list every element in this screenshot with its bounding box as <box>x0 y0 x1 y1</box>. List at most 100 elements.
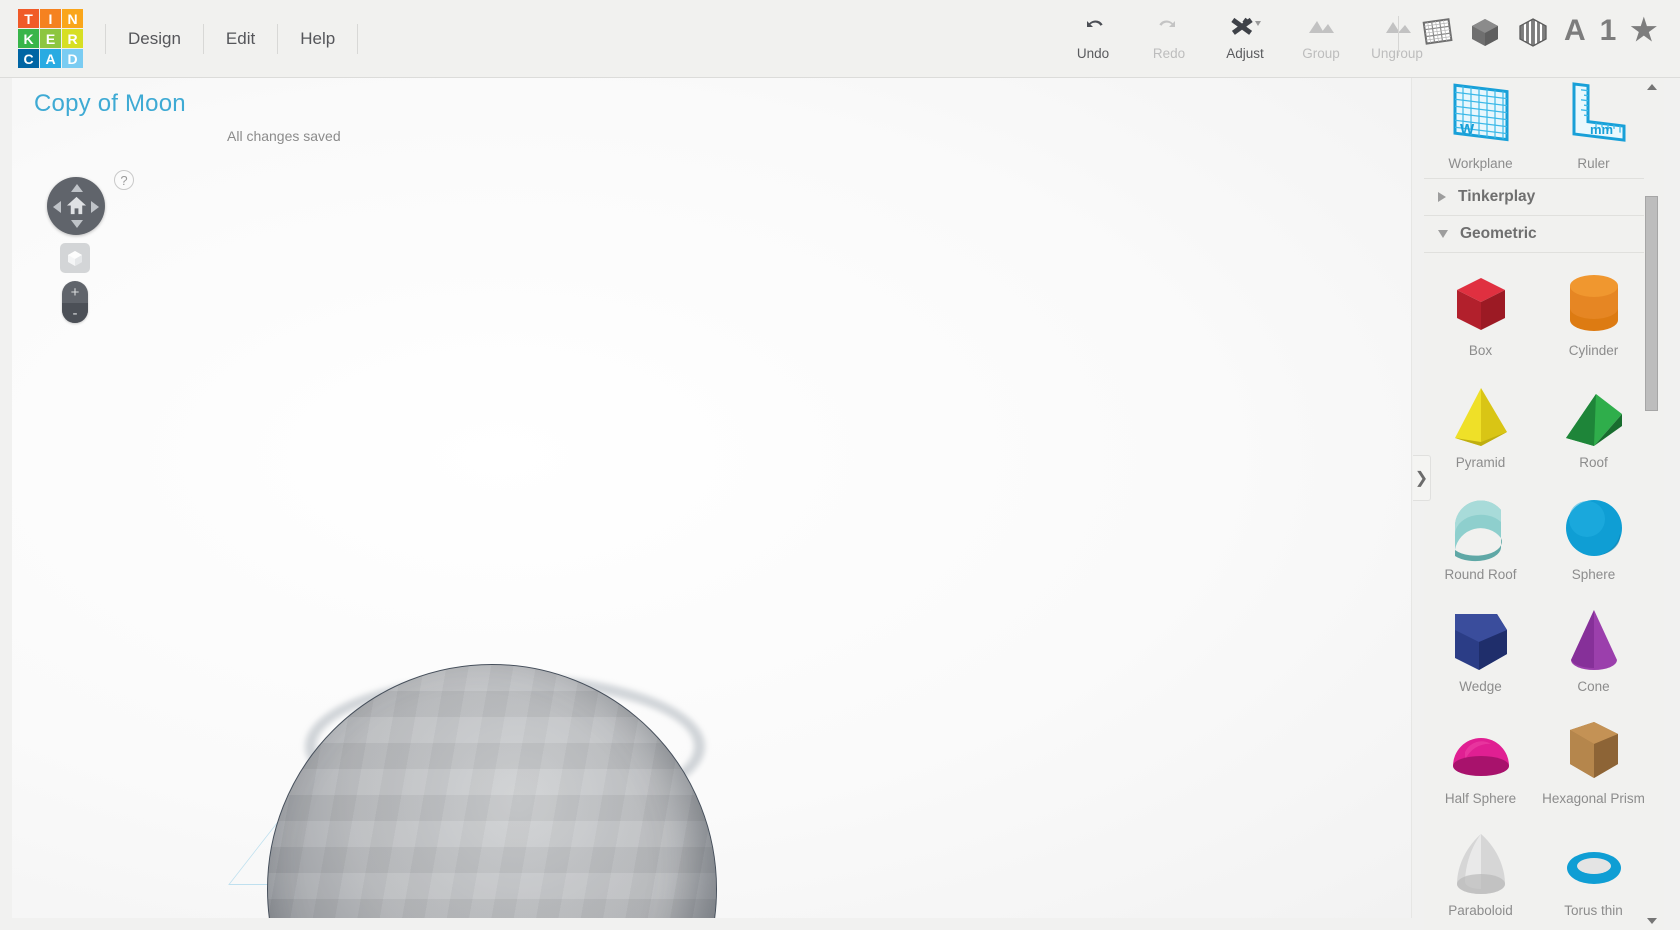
redo-icon <box>1156 10 1182 41</box>
number-tool-icon[interactable]: 1 <box>1600 16 1617 46</box>
shape-round-roof-label: Round Roof <box>1444 567 1517 582</box>
logo-tile-r: R <box>62 29 83 48</box>
menu-item-help[interactable]: Help <box>278 23 359 54</box>
favorite-star-glyph: ★ <box>1630 14 1658 47</box>
menu-item-design[interactable]: Design <box>105 23 204 54</box>
shape-box-label: Box <box>1468 343 1493 358</box>
panel-collapse-button[interactable]: ❯ <box>1413 455 1431 501</box>
pyramid-shape-icon <box>1443 377 1519 455</box>
shape-grid: Box Cylinder Pyramid Roof Round Roof Sph… <box>1424 253 1650 930</box>
shape-round-roof[interactable]: Round Roof <box>1424 489 1537 601</box>
ungroup-label: Ungroup <box>1371 46 1423 61</box>
fit-to-view-button[interactable] <box>60 243 90 273</box>
main-menu: Design Edit Help <box>105 15 359 63</box>
favorite-star-icon[interactable]: ★ <box>1630 16 1657 46</box>
tinkercad-logo[interactable]: TIN KER CAD <box>18 9 83 68</box>
shape-pyramid[interactable]: Pyramid <box>1424 377 1537 489</box>
save-status-text: All changes saved <box>227 128 341 144</box>
cylinder-shape-icon <box>1556 265 1632 343</box>
zoom-controls: + - <box>62 281 88 323</box>
hexagonal-prism-shape-icon <box>1556 713 1632 791</box>
group-label: Group <box>1302 46 1340 61</box>
text-tool-icon[interactable]: A <box>1564 16 1586 46</box>
shape-hexagonal-prism[interactable]: Hexagonal Prism <box>1537 713 1650 825</box>
workplane-tool[interactable]: W Workplane <box>1424 82 1537 171</box>
shape-torus-thin[interactable]: Torus thin <box>1537 825 1650 930</box>
logo-tile-k: K <box>18 29 39 48</box>
logo-tile-n: N <box>62 9 83 28</box>
design-title[interactable]: Copy of Moon <box>34 90 1411 118</box>
toolbar-divider <box>1398 16 1399 56</box>
shape-cone[interactable]: Cone <box>1537 601 1650 713</box>
adjust-icon <box>1228 10 1262 41</box>
solid-cube-icon[interactable] <box>1468 14 1502 48</box>
orbit-up-icon[interactable] <box>71 184 83 192</box>
orbit-down-icon[interactable] <box>71 220 83 228</box>
shape-paraboloid-label: Paraboloid <box>1448 903 1513 918</box>
svg-text:W: W <box>1460 121 1475 138</box>
adjust-label: Adjust <box>1226 46 1264 61</box>
logo-tile-d: D <box>62 49 83 68</box>
roof-shape-icon <box>1556 377 1632 455</box>
zoom-out-button[interactable]: - <box>62 303 88 323</box>
group-button[interactable]: Group <box>1283 10 1359 61</box>
zoom-in-button[interactable]: + <box>62 281 88 303</box>
section-geometric[interactable]: Geometric <box>1424 216 1650 253</box>
undo-button[interactable]: Undo <box>1055 10 1131 61</box>
redo-label: Redo <box>1152 46 1186 61</box>
group-icon <box>1304 10 1338 41</box>
shape-torus-thin-label: Torus thin <box>1564 903 1623 918</box>
panel-scrollbar[interactable] <box>1644 78 1660 930</box>
menu-item-edit[interactable]: Edit <box>204 23 279 54</box>
orbit-left-icon[interactable] <box>53 201 61 213</box>
shape-box[interactable]: Box <box>1424 265 1537 377</box>
torus-thin-shape-icon <box>1556 825 1632 903</box>
3d-canvas[interactable]: Copy of Moon All changes saved ? + - <box>12 78 1412 918</box>
shape-half-sphere-label: Half Sphere <box>1444 791 1517 806</box>
section-geometric-label: Geometric <box>1460 225 1537 242</box>
shapes-panel: W Workplane mm Ruler Tinkerplay Geometri… <box>1424 78 1664 930</box>
redo-button[interactable]: Redo <box>1131 10 1207 61</box>
workplane-icon: W <box>1453 83 1508 142</box>
wedge-shape-icon <box>1443 601 1519 679</box>
undo-label: Undo <box>1076 46 1110 61</box>
box-shape-icon <box>1443 265 1519 343</box>
shape-paraboloid[interactable]: Paraboloid <box>1424 825 1537 930</box>
scrollbar-up-arrow-icon[interactable] <box>1647 84 1657 90</box>
wireframe-cube-icon[interactable] <box>1516 14 1550 48</box>
grid-view-icon[interactable] <box>1420 14 1454 48</box>
adjust-button[interactable]: Adjust <box>1207 10 1283 61</box>
shape-wedge[interactable]: Wedge <box>1424 601 1537 713</box>
ruler-tool[interactable]: mm Ruler <box>1537 82 1650 171</box>
shape-pyramid-label: Pyramid <box>1455 455 1506 470</box>
shape-hexagonal-prism-label: Hexagonal Prism <box>1542 791 1645 806</box>
cube-fit-icon <box>68 251 82 266</box>
round-roof-shape-icon <box>1443 489 1519 567</box>
view-icon-group: A 1 ★ <box>1398 14 1657 56</box>
section-tinkerplay-label: Tinkerplay <box>1458 188 1536 205</box>
section-tinkerplay[interactable]: Tinkerplay <box>1424 179 1650 216</box>
shape-cylinder[interactable]: Cylinder <box>1537 265 1650 377</box>
ungroup-icon <box>1380 10 1414 41</box>
logo-tile-c: C <box>18 49 39 68</box>
logo-tile-t: T <box>18 9 39 28</box>
scrollbar-thumb[interactable] <box>1645 196 1658 411</box>
scrollbar-down-arrow-icon[interactable] <box>1647 918 1657 924</box>
shape-sphere-label: Sphere <box>1571 567 1616 582</box>
shape-sphere[interactable]: Sphere <box>1537 489 1650 601</box>
ruler-tool-label: Ruler <box>1577 156 1610 171</box>
workplane-tool-label: Workplane <box>1448 156 1513 171</box>
view-navigation-widget: ? + - <box>47 170 1411 323</box>
text-tool-glyph: A <box>1564 14 1586 47</box>
shape-roof-label: Roof <box>1579 455 1608 470</box>
orbit-right-icon[interactable] <box>91 201 99 213</box>
orbit-pad[interactable] <box>47 177 105 235</box>
help-icon[interactable]: ? <box>114 170 134 190</box>
ruler-icon: mm <box>1572 82 1625 142</box>
logo-tile-i: I <box>40 9 61 28</box>
home-view-icon[interactable] <box>66 195 87 216</box>
logo-tile-e: E <box>40 29 61 48</box>
shape-cone-label: Cone <box>1577 679 1610 694</box>
shape-roof[interactable]: Roof <box>1537 377 1650 489</box>
shape-half-sphere[interactable]: Half Sphere <box>1424 713 1537 825</box>
